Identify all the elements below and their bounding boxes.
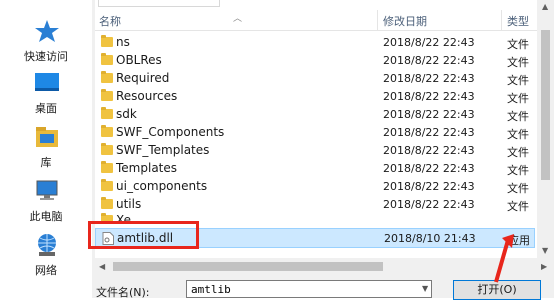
- nav-item-desktop[interactable]: 桌面: [0, 70, 92, 122]
- library-icon: [36, 127, 58, 147]
- file-row[interactable]: ns 2018/8/22 22:43 文件: [95, 34, 535, 51]
- file-name: utils: [116, 197, 142, 211]
- nav-item-library[interactable]: 库: [0, 124, 92, 176]
- file-type: 文件: [507, 128, 529, 141]
- file-name: SWF_Components: [116, 125, 225, 139]
- highlight-box: [88, 221, 199, 249]
- star-icon: [35, 20, 59, 42]
- file-type: 文件: [507, 74, 529, 87]
- nav-item-this-pc[interactable]: 此电脑: [0, 178, 92, 230]
- file-row[interactable]: SWF_Templates 2018/8/22 22:43 文件: [95, 142, 535, 159]
- file-name: OBLRes: [116, 53, 162, 67]
- folder-icon: [101, 35, 113, 47]
- file-type: 文件: [507, 92, 529, 105]
- column-divider[interactable]: [377, 10, 378, 30]
- file-name: ui_components: [116, 179, 208, 193]
- scroll-down-icon[interactable]: ▼: [542, 246, 548, 255]
- file-row[interactable]: Required 2018/8/22 22:43 文件: [95, 70, 535, 87]
- folder-icon: [101, 161, 113, 173]
- folder-icon: [101, 197, 113, 209]
- nav-item-network[interactable]: 网络: [0, 232, 92, 284]
- file-type: 文件: [507, 110, 529, 123]
- folder-icon: [101, 143, 113, 155]
- filename-input[interactable]: [186, 280, 432, 298]
- file-name: SWF_Templates: [116, 143, 210, 157]
- file-date: 2018/8/22 22:43: [383, 90, 475, 103]
- file-type: 文件: [507, 38, 529, 51]
- nav-label: 此电脑: [29, 210, 63, 223]
- file-name: Templates: [116, 161, 178, 175]
- file-date: 2018/8/22 22:43: [383, 36, 475, 49]
- file-type: 文件: [507, 182, 529, 195]
- red-arrow-icon: [494, 234, 514, 283]
- file-row[interactable]: Resources 2018/8/22 22:43 文件: [95, 88, 535, 105]
- file-date: 2018/8/22 22:43: [383, 108, 475, 121]
- chevron-down-icon[interactable]: ▼: [422, 284, 428, 293]
- file-type: 文件: [507, 56, 529, 69]
- scroll-left-icon[interactable]: ◀: [99, 262, 105, 271]
- file-row[interactable]: Templates 2018/8/22 22:43 文件: [95, 160, 535, 177]
- file-row[interactable]: ui_components 2018/8/22 22:43 文件: [95, 178, 535, 195]
- file-name: Required: [116, 71, 170, 85]
- file-row[interactable]: SWF_Components 2018/8/22 22:43 文件: [95, 124, 535, 141]
- file-date: 2018/8/22 22:43: [383, 54, 475, 67]
- vertical-scroll-thumb[interactable]: [541, 30, 550, 180]
- address-bar-edge: [98, 0, 220, 7]
- vertical-scrollbar[interactable]: ▲ ▼: [537, 0, 554, 258]
- nav-label: 快速访问: [24, 50, 68, 63]
- file-type: 文件: [507, 146, 529, 159]
- column-header-type[interactable]: 类型: [507, 13, 529, 29]
- file-type: 文件: [507, 164, 529, 177]
- folder-icon: [101, 53, 113, 65]
- file-date: 2018/8/22 22:43: [383, 180, 475, 193]
- horizontal-scroll-thumb[interactable]: [113, 262, 383, 271]
- folder-icon: [101, 107, 113, 119]
- nav-label: 桌面: [35, 102, 57, 115]
- computer-icon: [36, 180, 58, 200]
- column-header: 名称 ︿ 修改日期 类型: [95, 10, 554, 31]
- file-date: 2018/8/22 22:43: [383, 162, 475, 175]
- scroll-up-icon[interactable]: ▲: [542, 2, 548, 11]
- file-row[interactable]: sdk 2018/8/22 22:43 文件: [95, 106, 535, 123]
- column-header-date[interactable]: 修改日期: [383, 13, 427, 29]
- file-date: 2018/8/22 22:43: [383, 198, 475, 211]
- desktop-icon: [35, 73, 59, 91]
- network-icon: [38, 234, 56, 256]
- folder-icon: [101, 125, 113, 137]
- folder-icon: [101, 89, 113, 101]
- sort-up-icon: ︿: [233, 14, 243, 24]
- scroll-right-icon[interactable]: ▶: [541, 262, 547, 271]
- navigation-pane: 快速访问 桌面 库 此电脑 网络: [0, 0, 92, 298]
- file-row[interactable]: utils 2018/8/22 22:43 文件: [95, 196, 535, 213]
- file-open-dialog: 快速访问 桌面 库 此电脑 网络 名称 ︿ 修改日期 类型 ns 2018/8/…: [0, 0, 554, 300]
- file-name: sdk: [116, 107, 137, 121]
- file-date: 2018/8/10 21:43: [384, 232, 476, 245]
- file-date: 2018/8/22 22:43: [383, 126, 475, 139]
- file-name: Resources: [116, 89, 178, 103]
- folder-icon: [101, 179, 113, 191]
- file-date: 2018/8/22 22:43: [383, 144, 475, 157]
- column-header-name[interactable]: 名称: [99, 13, 121, 29]
- folder-icon: [101, 71, 113, 83]
- nav-label: 网络: [35, 264, 57, 277]
- nav-label: 库: [40, 156, 52, 169]
- file-name: ns: [116, 35, 130, 49]
- column-divider[interactable]: [501, 10, 502, 30]
- file-list[interactable]: 名称 ︿ 修改日期 类型 ns 2018/8/22 22:43 文件 OBLRe…: [95, 0, 554, 258]
- file-date: 2018/8/22 22:43: [383, 72, 475, 85]
- nav-item-quick-access[interactable]: 快速访问: [0, 18, 92, 70]
- file-row[interactable]: OBLRes 2018/8/22 22:43 文件: [95, 52, 535, 69]
